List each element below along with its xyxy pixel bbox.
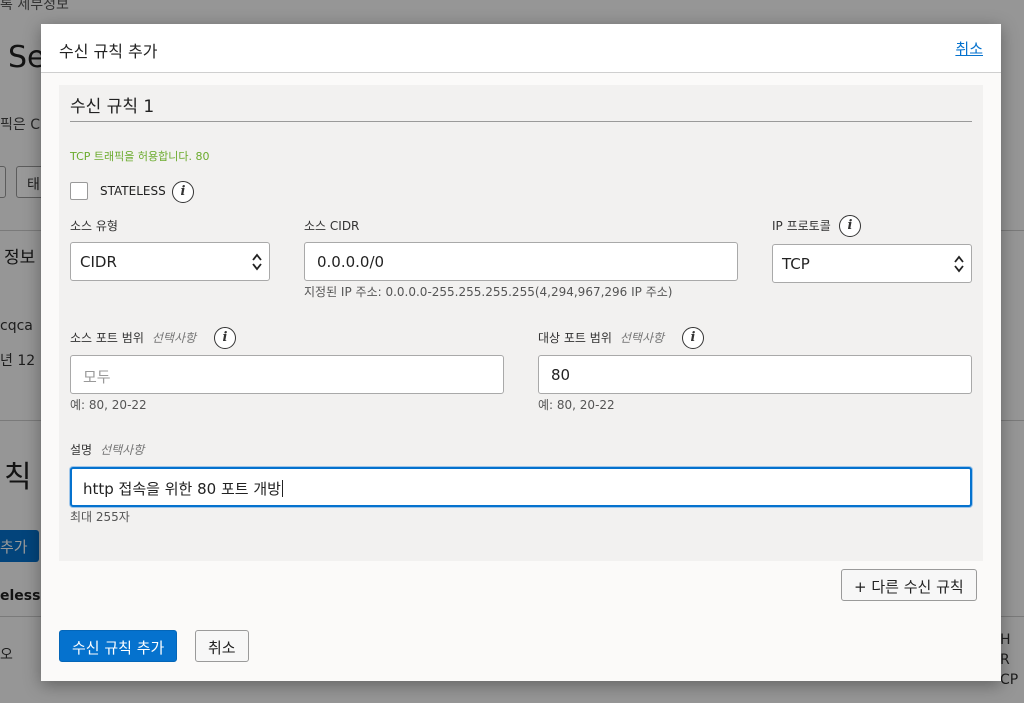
description-input[interactable]: http 접속을 위한 80 포트 개방 bbox=[70, 467, 972, 507]
ip-protocol-label: IP 프로토콜 bbox=[772, 219, 831, 233]
source-cidr-input[interactable]: 0.0.0.0/0 bbox=[304, 242, 738, 281]
destination-port-label-text: 대상 포트 범위 bbox=[538, 331, 612, 345]
source-cidr-label: 소스 CIDR bbox=[304, 219, 360, 233]
destination-port-hint: 예: 80, 20-22 bbox=[538, 398, 615, 412]
optional-text: 선택사항 bbox=[151, 331, 197, 345]
info-icon[interactable]: i bbox=[839, 215, 861, 237]
description-label-text: 설명 bbox=[70, 443, 93, 457]
source-port-label-text: 소스 포트 범위 bbox=[70, 331, 144, 345]
dialog-title: 수신 규칙 추가 bbox=[59, 42, 158, 61]
info-icon[interactable]: i bbox=[172, 181, 194, 203]
destination-port-label: 대상 포트 범위 선택사항 bbox=[538, 329, 664, 346]
cancel-button[interactable]: 취소 bbox=[195, 630, 249, 662]
description-value: http 접속을 위한 80 포트 개방 bbox=[83, 480, 281, 498]
stateless-label: STATELESS bbox=[100, 184, 166, 198]
dialog-header: 수신 규칙 추가 취소 bbox=[41, 24, 1001, 73]
add-another-rule-button[interactable]: + 다른 수신 규칙 bbox=[841, 569, 977, 601]
optional-text: 선택사항 bbox=[100, 443, 145, 457]
description-label: 설명 선택사항 bbox=[70, 441, 144, 458]
rule-summary: TCP 트래픽을 허용합니다. 80 bbox=[70, 150, 210, 163]
info-icon[interactable]: i bbox=[682, 327, 704, 349]
source-type-select[interactable]: CIDR bbox=[70, 242, 270, 281]
description-hint: 최대 255자 bbox=[70, 510, 130, 524]
dialog-cancel-link[interactable]: 취소 bbox=[955, 38, 983, 59]
divider bbox=[70, 121, 972, 122]
ingress-rule-panel: 수신 규칙 1 TCP 트래픽을 허용합니다. 80 STATELESS i 소… bbox=[59, 85, 983, 561]
source-cidr-hint: 지정된 IP 주소: 0.0.0.0-255.255.255.255(4,294… bbox=[304, 285, 673, 299]
info-icon[interactable]: i bbox=[214, 327, 236, 349]
source-type-label: 소스 유형 bbox=[70, 219, 118, 233]
select-arrows-icon bbox=[252, 253, 262, 271]
add-ingress-rule-dialog: 수신 규칙 추가 취소 수신 규칙 1 TCP 트래픽을 허용합니다. 80 S… bbox=[41, 24, 1001, 681]
ip-protocol-value: TCP bbox=[782, 255, 810, 273]
ip-protocol-select[interactable]: TCP bbox=[772, 244, 972, 283]
source-port-hint: 예: 80, 20-22 bbox=[70, 398, 147, 412]
text-caret bbox=[281, 480, 283, 497]
submit-add-rule-button[interactable]: 수신 규칙 추가 bbox=[59, 630, 178, 662]
rule-heading: 수신 규칙 1 bbox=[70, 97, 155, 117]
source-port-input[interactable]: 모두 bbox=[70, 355, 504, 394]
destination-port-input[interactable]: 80 bbox=[538, 355, 972, 394]
optional-text: 선택사항 bbox=[619, 331, 665, 345]
source-type-value: CIDR bbox=[80, 253, 117, 271]
select-arrows-icon bbox=[954, 255, 964, 273]
source-port-label: 소스 포트 범위 선택사항 bbox=[70, 329, 196, 346]
stateless-checkbox[interactable] bbox=[70, 182, 88, 200]
